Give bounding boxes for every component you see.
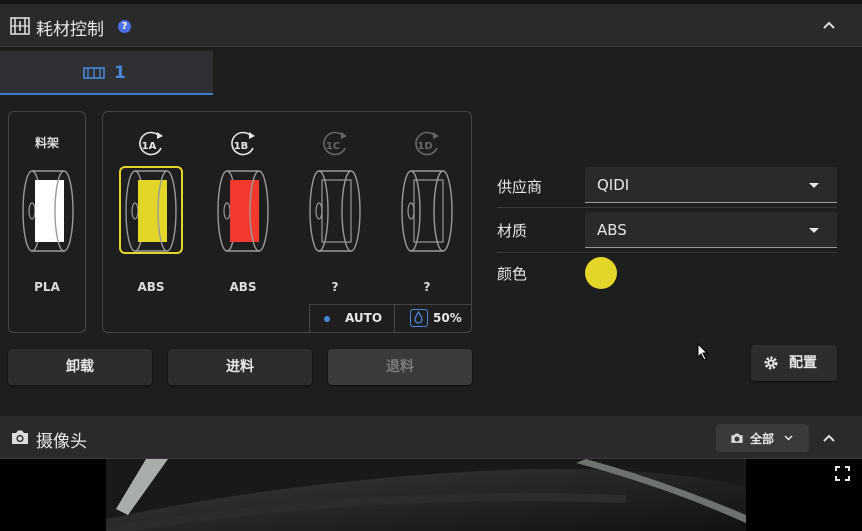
unload-button[interactable]: 卸载 [8,349,152,385]
slot-1c[interactable]: 1C ? [303,124,365,314]
status-divider [394,305,395,332]
slot-1b-material: ABS [229,280,257,294]
slot-1c-badge-icon: 1C [323,131,347,156]
slot-1a-badge-icon: 1A [139,131,163,156]
color-swatch[interactable] [585,257,617,289]
tab-unit-1[interactable]: 1 [0,51,213,95]
external-spool-box[interactable]: 料架 PLA [8,111,86,333]
material-label: 材质 [497,222,528,240]
camera-panel-title: 摄像头 [36,432,87,452]
svg-text:1A: 1A [142,141,157,152]
slot-1a-spool-icon [125,170,177,252]
camera-filter-button[interactable]: 全部 [716,424,809,452]
slot-1c-material: ? [331,280,339,294]
filament-panel-title: 耗材控制 [36,20,104,40]
slot-1b[interactable]: 1B ABS [211,124,273,314]
slot-1d-spool-icon [401,170,453,252]
vendor-select[interactable]: QIDI [585,167,837,203]
load-button[interactable]: 进料 [168,349,312,385]
slot-1d[interactable]: 1D ? [395,124,457,314]
divider-vendor [497,207,837,208]
config-button[interactable]: 配置 [751,345,837,381]
external-spool-material: PLA [34,280,60,294]
config-label: 配置 [789,355,817,371]
external-spool-header: 料架 [34,136,59,150]
camera-icon [12,430,28,444]
vendor-value: QIDI [597,176,630,194]
material-value: ABS [597,221,627,239]
auto-mode-label[interactable]: AUTO [345,311,382,325]
tab-unit-label: 1 [114,63,126,83]
ams-slots-box: 1A ABS 1B ABS 1C ? 1D ? AUTO 50% [102,111,472,333]
filament-panel-header[interactable]: 耗材控制 ? [0,4,862,47]
mouse-cursor-icon [697,343,709,361]
filament-unit-icon [83,67,105,79]
fullscreen-icon[interactable] [835,466,850,481]
camera-feed-image [106,459,746,531]
camera-panel-header[interactable]: 摄像头 全部 [0,416,862,459]
vendor-label: 供应商 [497,178,543,196]
help-icon[interactable]: ? [118,20,131,33]
gear-icon [764,356,778,370]
material-select[interactable]: ABS [585,212,837,248]
slot-1b-spool-icon [217,170,269,252]
humidity-icon [410,309,428,327]
vendor-dropdown-icon [809,183,819,188]
svg-text:1C: 1C [326,141,340,152]
slot-1b-badge-icon: 1B [231,131,255,156]
camera-feed-area [0,459,862,531]
camera-collapse-chevron-icon[interactable] [822,433,836,443]
color-label: 颜色 [497,265,528,283]
filament-control-icon [10,17,30,35]
camera-filter-label: 全部 [750,432,775,446]
status-strip: AUTO 50% [309,304,472,332]
camera-small-icon [731,433,743,443]
filament-panel-body: 1 料架 PLA 1A ABS 1B ABS 1C ? 1D ? AUTO 50… [0,47,862,414]
auto-mode-dot-icon [324,316,330,322]
slot-1a-material: ABS [137,280,165,294]
humidity-value: 50% [433,311,462,325]
material-dropdown-icon [809,228,819,233]
retract-button[interactable]: 退料 [328,349,472,385]
slot-1c-spool-icon [309,170,361,252]
external-spool-icon [22,170,74,252]
collapse-chevron-icon[interactable] [822,20,836,30]
chevron-down-icon [784,435,793,441]
slot-1d-material: ? [423,280,431,294]
slot-1d-badge-icon: 1D [415,131,439,156]
svg-text:1D: 1D [417,141,432,152]
slot-1a[interactable]: 1A ABS [119,124,183,314]
divider-material [497,252,837,253]
svg-text:1B: 1B [234,141,249,152]
